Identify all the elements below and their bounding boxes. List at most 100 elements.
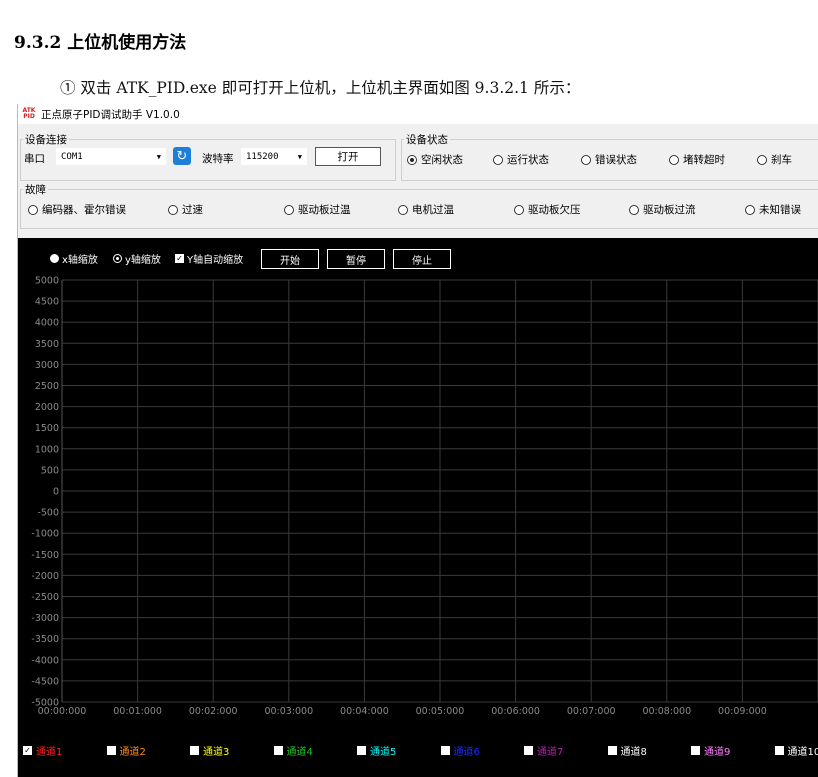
channel-checkbox-3[interactable]: 通道3 xyxy=(190,743,229,758)
window-title: 正点原子PID调试助手 V1.0.0 xyxy=(41,108,180,121)
y-tick-label: -3000 xyxy=(31,613,59,624)
fault-radio-label: 电机过温 xyxy=(412,204,454,216)
x-tick-label: 00:09:000 xyxy=(718,706,767,717)
connection-group-label: 设备连接 xyxy=(23,132,69,147)
radio-icon xyxy=(581,154,591,165)
fault-radio-7[interactable]: 未知错误 xyxy=(745,202,801,217)
radio-icon xyxy=(168,204,178,215)
status-radio-label: 空闲状态 xyxy=(421,154,463,166)
y-tick-label: 4000 xyxy=(35,318,59,329)
x-tick-label: 00:01:000 xyxy=(113,706,162,717)
channel-checkbox-8[interactable]: 通道8 xyxy=(607,743,647,758)
x-tick-label: 00:07:000 xyxy=(567,706,616,717)
channel-checkbox-7[interactable]: 通道7 xyxy=(524,743,563,758)
fault-radio-1[interactable]: 编码器、霍尔错误 xyxy=(28,202,126,217)
channel-label: 通道2 xyxy=(119,747,146,758)
radio-icon xyxy=(28,204,38,215)
y-tick-label: 1000 xyxy=(35,444,59,455)
checkmark-icon: ✓ xyxy=(23,746,32,755)
baud-label: 波特率 xyxy=(202,153,234,165)
status-radio-label: 堵转超时 xyxy=(683,154,725,166)
chevron-down-icon: ▼ xyxy=(297,153,302,161)
x-tick-label: 00:04:000 xyxy=(340,706,389,717)
checkbox-icon xyxy=(106,746,116,755)
x-tick-label: 00:06:000 xyxy=(491,706,540,717)
title-bar: ATK PID 正点原子PID调试助手 V1.0.0 xyxy=(18,104,818,124)
channel-checkbox-9[interactable]: 通道9 xyxy=(691,743,730,758)
atk-pid-logo-icon: ATK PID xyxy=(22,107,36,120)
y-tick-label: -1000 xyxy=(31,529,59,540)
status-radio-2[interactable]: 运行状态 xyxy=(493,152,549,167)
radio-icon xyxy=(669,154,679,165)
channel-checkbox-4[interactable]: 通道4 xyxy=(273,743,313,758)
x-tick-label: 00:03:000 xyxy=(264,706,313,717)
port-select[interactable]: COM1 ▼ xyxy=(56,148,166,165)
y-tick-label: 2500 xyxy=(35,381,59,392)
y-tick-label: -4000 xyxy=(31,655,59,666)
channel-checkbox-1[interactable]: ✓ 通道1 xyxy=(23,743,62,758)
status-radio-1[interactable]: 空闲状态 xyxy=(407,152,463,167)
checkbox-icon xyxy=(357,746,366,755)
refresh-icon[interactable]: ↻ xyxy=(173,147,191,165)
y-tick-label: 2000 xyxy=(35,402,59,413)
radio-icon xyxy=(407,154,417,165)
x-tick-label: 00:05:000 xyxy=(416,706,465,717)
channel-label: 通道1 xyxy=(36,747,63,758)
pid-assistant-window: ATK PID 正点原子PID调试助手 V1.0.0 设备连接 串口 COM1 ▼… xyxy=(17,104,818,777)
channel-checkbox-5[interactable]: 通道5 xyxy=(357,743,396,758)
y-tick-label: -2500 xyxy=(31,592,59,603)
fault-radio-label: 驱动板过温 xyxy=(298,204,351,216)
fault-radio-label: 驱动板欠压 xyxy=(528,204,581,216)
radio-icon xyxy=(514,204,524,215)
x-tick-label: 00:08:000 xyxy=(642,706,691,717)
y-tick-label: -3500 xyxy=(31,634,59,645)
fault-radio-4[interactable]: 电机过温 xyxy=(398,202,454,217)
channel-label: 通道6 xyxy=(453,747,480,758)
radio-icon xyxy=(284,204,294,215)
status-group-label: 设备状态 xyxy=(404,132,450,147)
fault-radio-2[interactable]: 过速 xyxy=(168,202,203,217)
x-tick-label: 00:00:000 xyxy=(38,706,87,717)
channel-label: 通道7 xyxy=(537,747,564,758)
status-radio-5[interactable]: 刹车 xyxy=(757,152,792,167)
section-heading: 9.3.2 上位机使用方法 xyxy=(14,33,187,53)
status-radio-label: 错误状态 xyxy=(595,154,637,166)
checkbox-icon xyxy=(273,746,283,755)
y-tick-label: 0 xyxy=(53,487,59,498)
radio-icon xyxy=(757,154,767,165)
radio-icon xyxy=(493,154,503,165)
channel-checkbox-10[interactable]: 通道10 xyxy=(774,743,818,758)
y-tick-label: 500 xyxy=(41,465,59,476)
radio-icon xyxy=(398,204,408,215)
channel-label: 通道9 xyxy=(704,747,731,758)
y-tick-label: -4500 xyxy=(31,676,59,687)
open-port-button[interactable]: 打开 xyxy=(315,147,381,166)
port-label: 串口 xyxy=(24,153,45,165)
baud-select-value: 115200 xyxy=(246,151,279,162)
channel-label: 通道4 xyxy=(286,747,313,758)
channel-checkbox-2[interactable]: 通道2 xyxy=(106,743,146,758)
waveform-chart: 5000450040003500300025002000150010005000… xyxy=(31,276,818,717)
fault-radio-label: 编码器、霍尔错误 xyxy=(42,204,126,216)
channel-label: 通道8 xyxy=(620,747,647,758)
instruction-paragraph: ① 双击 ATK_PID.exe 即可打开上位机，上位机主界面如图 9.3.2.… xyxy=(60,79,581,97)
y-tick-label: 3500 xyxy=(35,339,59,350)
channel-label: 通道3 xyxy=(203,747,230,758)
port-select-value: COM1 xyxy=(61,151,83,162)
y-tick-label: 1500 xyxy=(35,423,59,434)
status-radio-3[interactable]: 错误状态 xyxy=(581,152,637,167)
fault-radio-label: 过速 xyxy=(182,204,203,216)
chevron-down-icon: ▼ xyxy=(156,153,161,161)
waveform-panel: x轴缩放 y轴缩放 ✓ Y轴自动缩放 开始 暂停 停止 5000 4500 4000… xyxy=(18,238,818,777)
fault-radio-3[interactable]: 驱动板过温 xyxy=(284,202,351,217)
checkbox-icon xyxy=(607,746,617,755)
baud-select[interactable]: 115200 ▼ xyxy=(241,148,307,165)
fault-radio-5[interactable]: 驱动板欠压 xyxy=(514,202,581,217)
fault-radio-6[interactable]: 驱动板过流 xyxy=(629,202,696,217)
y-tick-label: 4500 xyxy=(35,297,59,308)
status-radio-4[interactable]: 堵转超时 xyxy=(669,152,725,167)
status-radio-label: 运行状态 xyxy=(507,154,549,166)
x-tick-label: 00:02:000 xyxy=(189,706,238,717)
channel-checkbox-6[interactable]: 通道6 xyxy=(440,743,480,758)
fault-radio-label: 未知错误 xyxy=(759,204,801,216)
